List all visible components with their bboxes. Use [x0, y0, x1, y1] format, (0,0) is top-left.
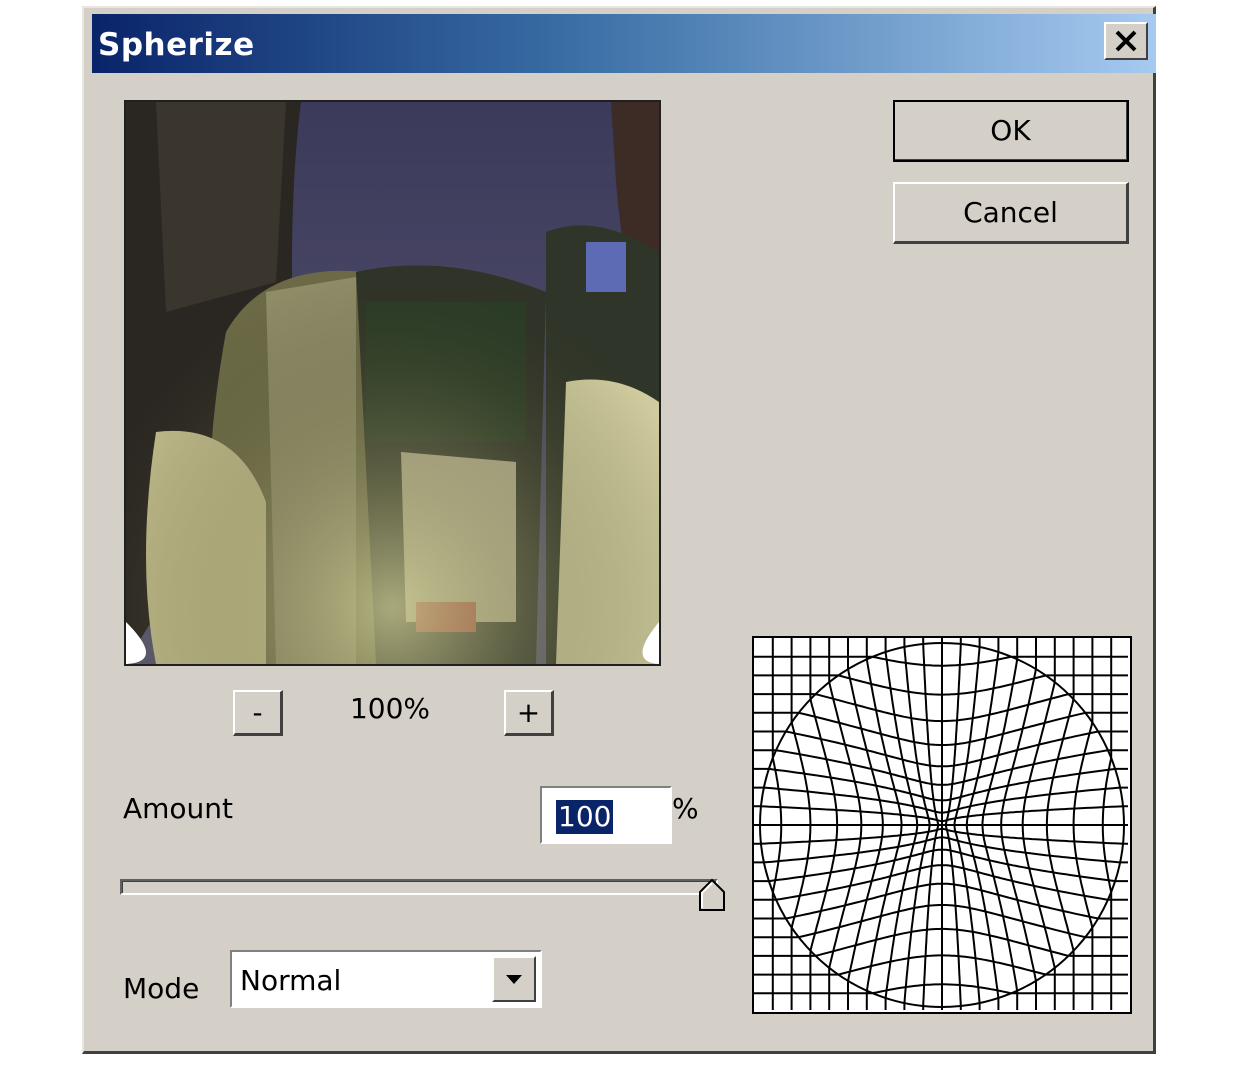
amount-unit: %	[672, 792, 699, 825]
title-bar[interactable]: Spherize	[92, 14, 1156, 73]
ok-label: OK	[990, 114, 1031, 147]
close-button[interactable]	[1104, 22, 1148, 60]
distortion-grid	[754, 638, 1128, 1010]
slider-thumb-icon[interactable]	[698, 878, 726, 912]
amount-slider-track[interactable]	[120, 879, 718, 895]
zoom-out-label: -	[252, 696, 263, 729]
amount-label: Amount	[123, 792, 234, 825]
ok-button[interactable]: OK	[893, 100, 1129, 162]
image-preview[interactable]	[124, 100, 661, 666]
zoom-in-label: +	[516, 696, 541, 729]
mode-dropdown-button[interactable]	[492, 956, 536, 1002]
zoom-out-button[interactable]: -	[233, 690, 283, 736]
cancel-label: Cancel	[963, 196, 1058, 229]
close-icon	[1115, 30, 1137, 52]
amount-input[interactable]: 100	[540, 786, 672, 844]
spherize-grid-preview	[752, 636, 1132, 1014]
mode-select[interactable]: Normal	[230, 950, 542, 1008]
preview-photo	[126, 102, 659, 664]
zoom-in-button[interactable]: +	[504, 690, 554, 736]
mode-label: Mode	[123, 972, 200, 1005]
mode-value: Normal	[240, 964, 342, 997]
window-title: Spherize	[98, 27, 255, 63]
chevron-down-icon	[506, 975, 522, 984]
zoom-level: 100%	[349, 692, 431, 725]
amount-value: 100	[556, 800, 614, 834]
cancel-button[interactable]: Cancel	[893, 182, 1129, 244]
